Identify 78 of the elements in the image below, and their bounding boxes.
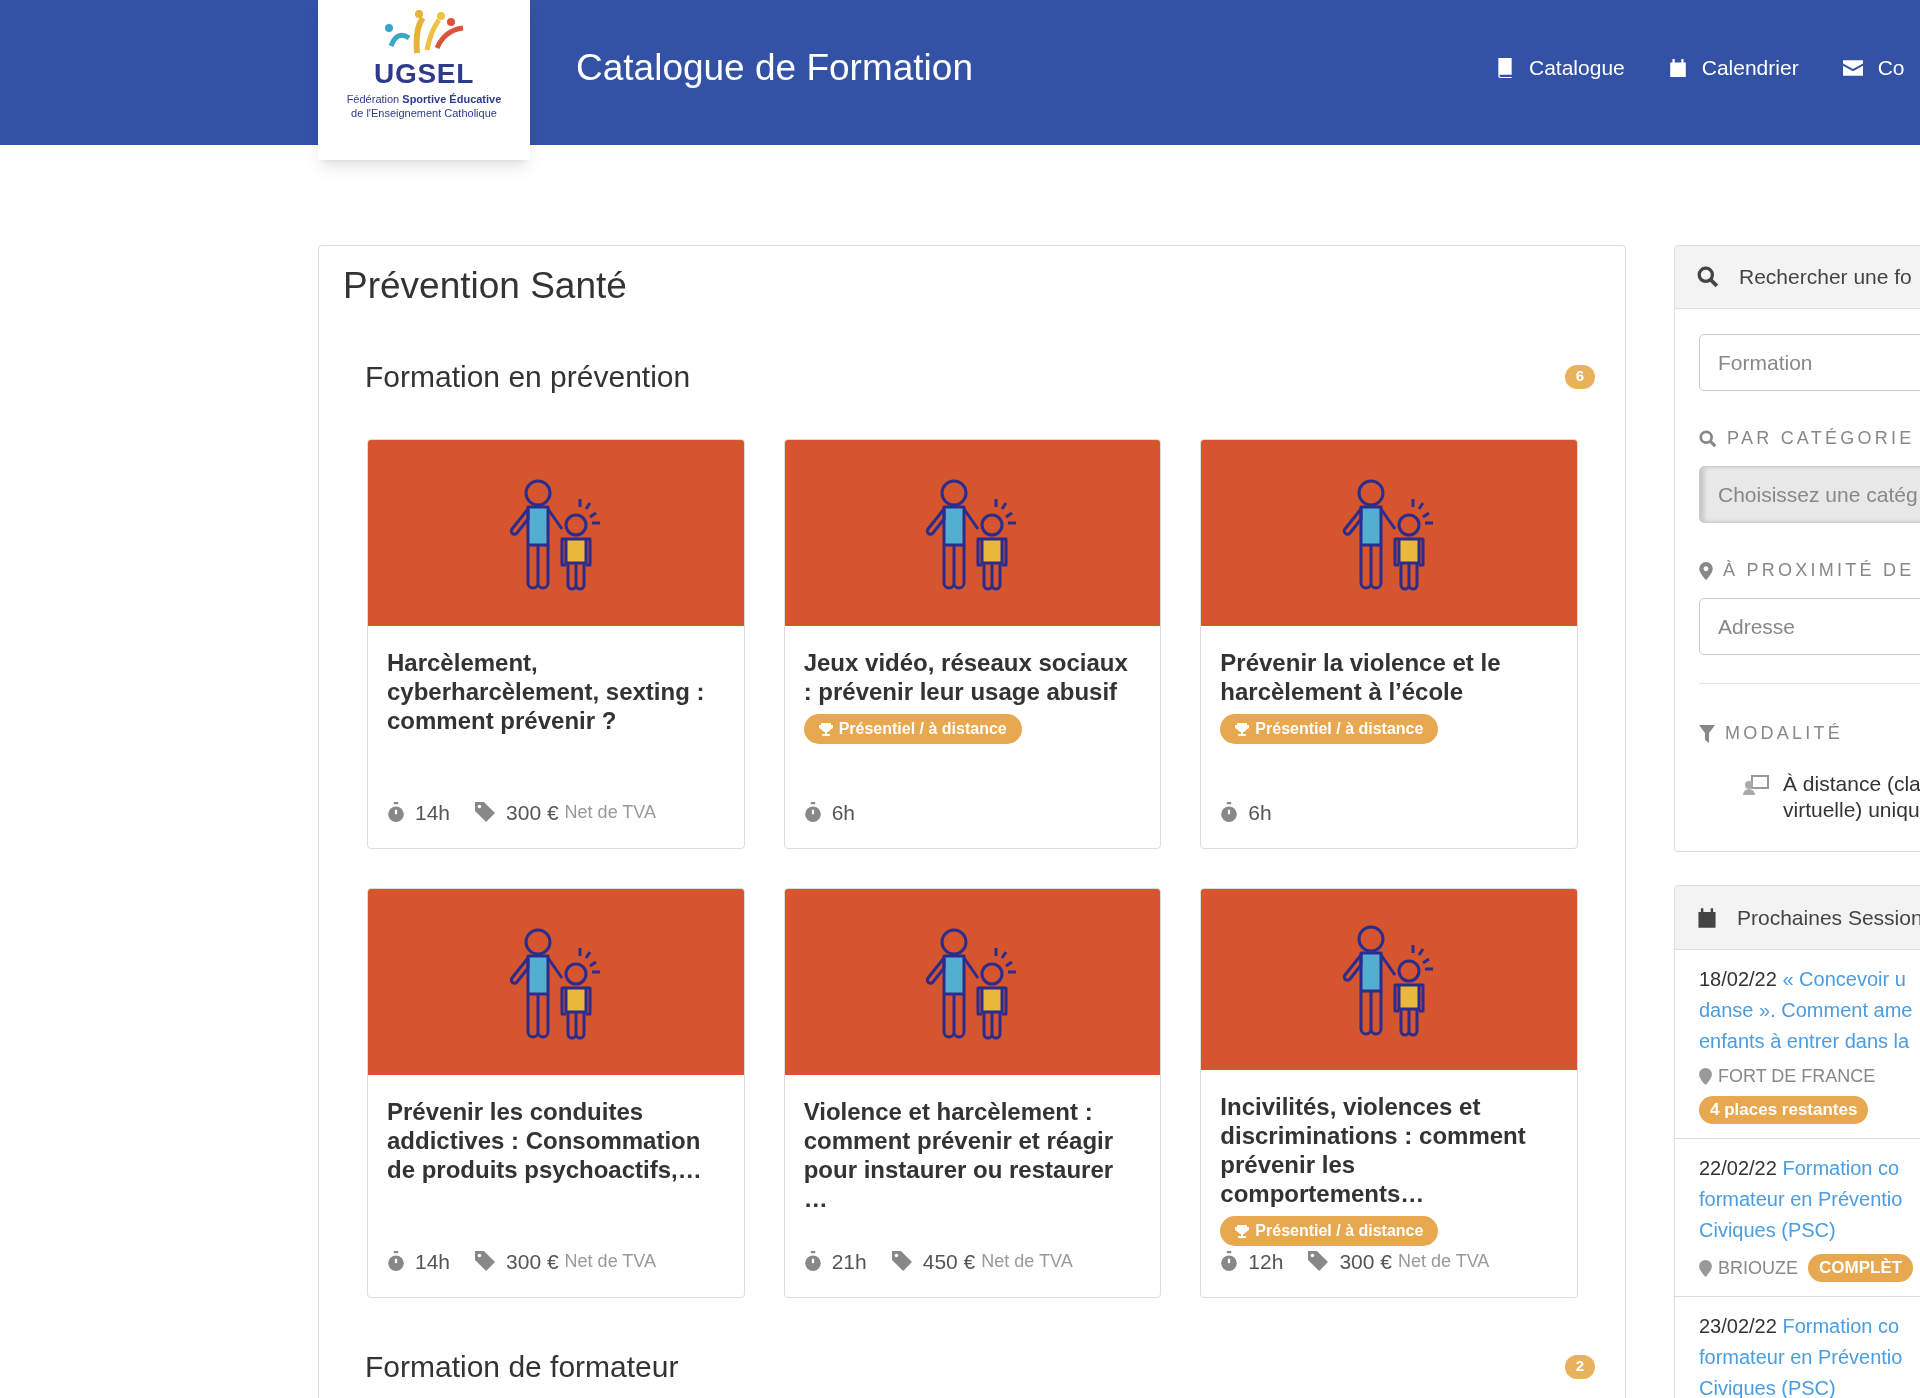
trophy-icon — [1235, 722, 1250, 736]
page-heading: Prévention Santé — [343, 264, 628, 308]
session-location: BRIOUZE — [1718, 1256, 1798, 1280]
filter-label: PAR CATÉGORIE — [1727, 427, 1915, 450]
course-price: 300 € — [506, 1248, 559, 1275]
nav-link[interactable]: Catalogue — [1496, 51, 1625, 84]
course-card[interactable]: Harcèlement, cyberharcèlement, sexting : comment prévenir ? 14h 300 € Net de TVA — [367, 439, 745, 849]
course-title: Harcèlement, cyberharcèlement, sexting : comment prévenir ? — [387, 648, 706, 735]
tag-icon — [890, 1251, 913, 1272]
price-note: Net de TVA — [564, 1249, 656, 1273]
pin-icon — [1699, 1068, 1712, 1085]
pin-icon — [1699, 1259, 1712, 1277]
availability-badge: COMPLÈT — [1808, 1254, 1914, 1282]
course-card[interactable]: Violence et harcèlement : comment prévenir et réagir pour instaurer ou restaurer … 21h 450 € Net de TVA — [783, 888, 1162, 1298]
panel-title: Rechercher une fo — [1739, 264, 1912, 291]
availability-badge: 4 places restantes — [1699, 1096, 1869, 1124]
site-title: Catalogue de Formation — [576, 45, 973, 90]
stopwatch-icon — [1220, 802, 1239, 823]
tag-icon — [1307, 1251, 1330, 1272]
logo-tagline: Fédération Sportive Éducative — [346, 92, 502, 106]
course-duration: 14h — [415, 1248, 451, 1275]
pin-icon — [1699, 561, 1713, 580]
course-duration: 12h — [1248, 1248, 1284, 1275]
filter-label: À PROXIMITÉ DE — [1723, 559, 1915, 582]
course-duration: 6h — [831, 799, 855, 826]
modality-badge: Présentiel / à distance — [1220, 714, 1439, 744]
course-price: 450 € — [922, 1248, 976, 1275]
course-duration: 6h — [1248, 799, 1272, 826]
course-price: 300 € — [506, 799, 559, 826]
session-title[interactable]: 18/02/22 « Concevoir u danse ». Comment ame enfants à entrer dans la — [1699, 964, 1920, 1057]
search-icon — [1699, 429, 1717, 448]
input-field[interactable]: Adresse — [1699, 598, 1920, 655]
input-field[interactable]: Formation — [1699, 334, 1920, 391]
trophy-icon — [1235, 1223, 1250, 1238]
count-badge: 6 — [1565, 364, 1595, 389]
mail-icon — [1842, 59, 1863, 76]
stopwatch-icon — [803, 802, 822, 823]
filter-icon — [1699, 724, 1715, 743]
course-card[interactable]: Jeux vidéo, réseaux sociaux : prévenir leur usage abusif Présentiel / à distance 6h — [783, 439, 1162, 849]
price-note: Net de TVA — [564, 800, 656, 824]
option-label[interactable]: À distance (cla virtuelle) uniqu — [1783, 771, 1920, 823]
filter-label: MODALITÉ — [1725, 722, 1843, 745]
course-duration: 21h — [831, 1248, 867, 1275]
course-duration: 14h — [415, 799, 451, 826]
book-icon — [1496, 57, 1514, 78]
logo-tagline: de l'Enseignement Catholique — [351, 106, 497, 120]
course-title: Prévenir la violence et le harcèlement à l’école — [1220, 648, 1502, 706]
price-note: Net de TVA — [981, 1249, 1073, 1273]
modality-badge: Présentiel / à distance — [1220, 1215, 1439, 1246]
course-title: Violence et harcèlement : comment prévenir et réagir pour instaurer ou restaurer … — [803, 1097, 1115, 1213]
tag-icon — [474, 802, 497, 823]
course-card[interactable]: Prévenir la violence et le harcèlement à l’école Présentiel / à distance 6h — [1200, 439, 1578, 849]
session-title[interactable]: 22/02/22 Formation co formateur en Préventio Civiques (PSC) — [1699, 1153, 1920, 1246]
logo-wordmark: UGSEL — [374, 58, 474, 90]
stopwatch-icon — [387, 802, 405, 823]
course-title: Jeux vidéo, réseaux sociaux : prévenir leur usage abusif — [803, 648, 1129, 706]
nav-link[interactable]: Co — [1842, 51, 1905, 84]
session-location: FORT DE FRANCE — [1718, 1065, 1876, 1088]
section-heading: Formation de formateur — [365, 1349, 679, 1385]
stopwatch-icon — [803, 1251, 822, 1272]
modality-badge: Présentiel / à distance — [803, 714, 1022, 744]
calendar-icon — [1668, 57, 1687, 78]
course-price: 300 € — [1339, 1248, 1392, 1275]
calendar-icon — [1697, 906, 1717, 929]
course-title: Prévenir les conduites addictives : Consommation de produits psychoactifs,… — [387, 1097, 703, 1184]
trophy-icon — [818, 722, 833, 736]
tag-icon — [474, 1251, 497, 1272]
course-card[interactable]: Incivilités, violences et discriminations : comment prévenir les comportements… Présentiel / à distance 12h 300 € Net de TVA — [1200, 888, 1578, 1298]
stopwatch-icon — [1220, 1251, 1239, 1272]
count-badge: 2 — [1565, 1354, 1595, 1379]
stopwatch-icon — [387, 1251, 405, 1272]
remote-class-icon — [1743, 775, 1769, 795]
nav-link[interactable]: Calendrier — [1668, 51, 1799, 84]
course-title: Incivilités, violences et discriminations : comment prévenir les comportements… — [1220, 1091, 1527, 1208]
section-heading: Formation en prévention — [365, 359, 691, 395]
search-icon — [1697, 266, 1719, 288]
price-note: Net de TVA — [1397, 1249, 1490, 1273]
course-card[interactable]: Prévenir les conduites addictives : Consommation de produits psychoactifs,… 14h 300 € Net de TVA — [367, 888, 745, 1298]
